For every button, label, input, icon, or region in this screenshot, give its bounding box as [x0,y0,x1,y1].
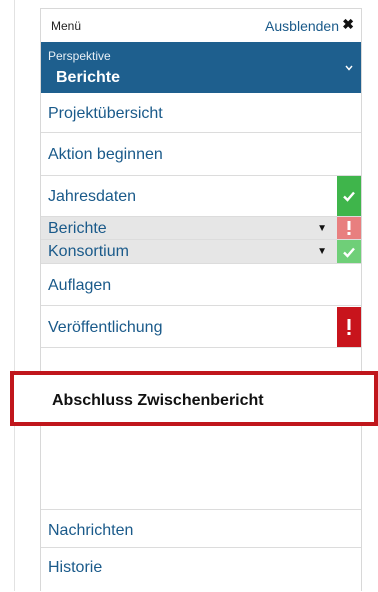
status-ok-badge [337,176,361,216]
menu-item-label: Aktion beginnen [48,146,163,163]
menu-item-abschluss-zwischenbericht[interactable]: Abschluss Zwischenbericht [10,371,378,426]
menu-item-label: Abschluss Zwischenbericht [52,392,264,409]
menu-item-konsortium[interactable]: Konsortium ▼ [41,240,361,264]
perspective-label: Perspektive [48,49,111,63]
chevron-down-icon [345,65,353,71]
menu-item-jahresdaten[interactable]: Jahresdaten [41,176,361,217]
gutter-line [14,0,15,591]
menu-item-label: Jahresdaten [48,188,137,205]
exclamation-icon [347,319,351,335]
check-icon [343,191,355,202]
menu-item-berichte[interactable]: Berichte ▼ [41,217,361,240]
left-gutter [0,0,40,591]
status-error-badge [337,217,361,239]
menu-panel: Menü Ausblenden ✖ Perspektive Berichte P… [40,8,362,592]
menu-item-projektuebersicht[interactable]: Projektübersicht [41,93,361,133]
caret-down-icon[interactable]: ▼ [317,246,327,257]
check-icon [343,247,355,258]
menu-item-label: Veröffentlichung [48,319,163,336]
hide-menu-link[interactable]: Ausblenden [265,18,339,34]
menu-item-historie[interactable]: Historie [41,548,361,592]
menu-item-label: Historie [48,559,103,576]
menu-item-label: Projektübersicht [48,105,163,122]
status-error-badge [337,307,361,347]
menu-item-auflagen[interactable]: Auflagen [41,264,361,306]
status-ok-badge [337,240,361,263]
perspective-value: Berichte [56,69,121,86]
caret-down-icon[interactable]: ▼ [317,223,327,234]
menu-item-label: Nachrichten [48,522,134,539]
menu-item-nachrichten[interactable]: Nachrichten [41,510,361,548]
empty-space [41,427,361,510]
menu-header: Menü Ausblenden ✖ [41,9,361,41]
perspective-select[interactable]: Perspektive Berichte [41,42,361,93]
menu-title: Menü [51,19,82,33]
menu-item-label: Konsortium [48,243,129,260]
exclamation-icon [347,221,351,235]
menu-item-label: Auflagen [48,277,112,294]
menu-item-label: Berichte [48,220,107,237]
menu-item-aktion-beginnen[interactable]: Aktion beginnen [41,133,361,176]
close-icon[interactable]: ✖ [342,16,354,33]
menu-item-veroeffentlichung[interactable]: Veröffentlichung [41,306,361,348]
